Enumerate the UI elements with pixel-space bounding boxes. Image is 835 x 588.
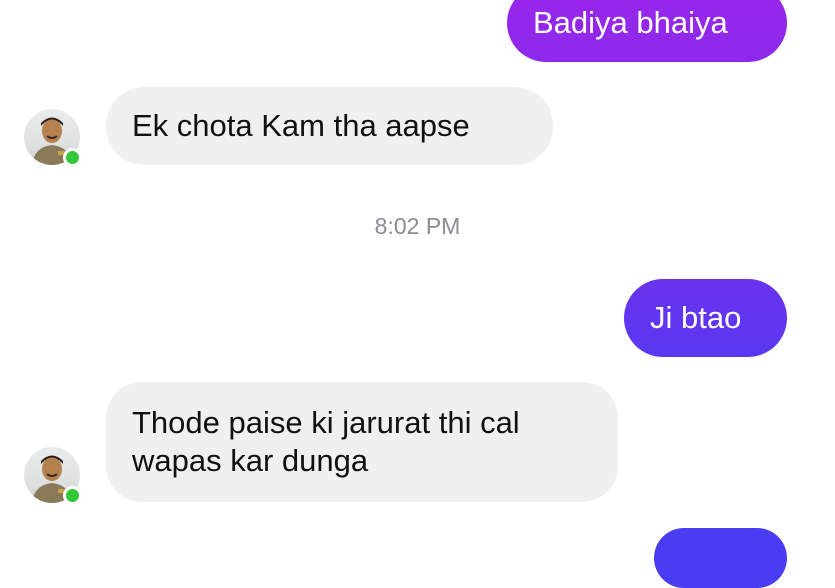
message-text: Ek chota Kam tha aapse: [132, 108, 470, 143]
incoming-message-bubble[interactable]: Thode paise ki jarurat thi cal wapas kar…: [106, 382, 618, 502]
online-status-dot: [63, 148, 82, 167]
outgoing-message-bubble[interactable]: Ji btao: [624, 279, 787, 357]
message-text: Ji btao: [650, 300, 742, 335]
incoming-message-bubble[interactable]: Ek chota Kam tha aapse: [106, 87, 553, 165]
message-line: Thode paise ki jarurat thi cal: [132, 405, 520, 440]
contact-avatar[interactable]: [24, 447, 82, 505]
message-text: Thode paise ki jarurat thi cal wapas kar…: [132, 404, 520, 480]
outgoing-message-bubble[interactable]: [654, 528, 787, 588]
message-line: wapas kar dunga: [132, 443, 369, 478]
contact-avatar[interactable]: [24, 109, 82, 167]
timestamp-divider: 8:02 PM: [374, 213, 461, 239]
message-text: Badiya bhaiya: [533, 5, 728, 40]
outgoing-message-bubble[interactable]: Badiya bhaiya: [507, 0, 787, 62]
online-status-dot: [63, 486, 82, 505]
chat-thread: Badiya bhaiya Ek chota Kam tha aapse 8:0…: [0, 0, 835, 588]
